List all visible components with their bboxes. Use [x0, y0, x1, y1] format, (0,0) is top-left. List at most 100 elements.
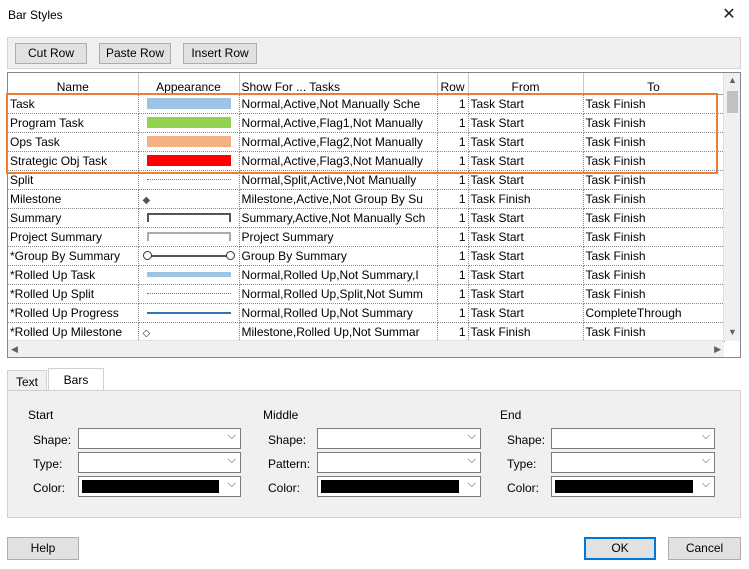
cell-to[interactable]: Task Finish: [583, 265, 725, 285]
end-type-select[interactable]: ⌵: [551, 452, 715, 473]
table-row[interactable]: *Rolled Up Milestone ◇ Milestone,Rolled Up…: [8, 322, 725, 342]
cell-row[interactable]: 1: [437, 208, 469, 228]
cancel-button[interactable]: Cancel: [668, 537, 741, 560]
cell-from[interactable]: Task Start: [468, 284, 584, 304]
cell-show-for[interactable]: Normal,Rolled Up,Not Summary,I: [239, 265, 438, 285]
close-icon[interactable]: ✕: [717, 4, 741, 26]
table-row[interactable]: Project Summary Project Summary 1 Task Star…: [8, 227, 725, 247]
cell-appearance[interactable]: [138, 303, 240, 323]
cell-to[interactable]: Task Finish: [583, 170, 725, 190]
cell-name[interactable]: *Rolled Up Task: [8, 265, 139, 285]
cell-appearance[interactable]: ◇: [138, 322, 240, 342]
cell-from[interactable]: Task Start: [468, 265, 584, 285]
insert-row-button[interactable]: Insert Row: [183, 43, 257, 64]
horizontal-scrollbar[interactable]: ◀ ▶: [8, 340, 724, 357]
cell-show-for[interactable]: Normal,Active,Not Manually Sche: [239, 94, 438, 114]
scroll-up-icon[interactable]: ▲: [728, 75, 737, 85]
cell-show-for[interactable]: Normal,Active,Flag1,Not Manually: [239, 113, 438, 133]
cell-name[interactable]: *Group By Summary: [8, 246, 139, 266]
start-type-select[interactable]: ⌵: [78, 452, 241, 473]
table-row[interactable]: *Rolled Up Split Normal,Rolled Up,Split,N…: [8, 284, 725, 304]
cell-row[interactable]: 1: [437, 227, 469, 247]
cell-appearance[interactable]: [138, 208, 240, 228]
cell-from[interactable]: Task Start: [468, 227, 584, 247]
table-row[interactable]: Ops Task Normal,Active,Flag2,Not Manually…: [8, 132, 725, 152]
cell-appearance[interactable]: [138, 227, 240, 247]
scroll-right-icon[interactable]: ▶: [714, 344, 721, 355]
middle-shape-select[interactable]: ⌵: [317, 428, 481, 449]
cell-name[interactable]: *Rolled Up Progress: [8, 303, 139, 323]
cell-from[interactable]: Task Start: [468, 170, 584, 190]
cell-to[interactable]: CompleteThrough: [583, 303, 725, 323]
cell-appearance[interactable]: [138, 284, 240, 304]
middle-pattern-select[interactable]: ⌵: [317, 452, 481, 473]
start-shape-select[interactable]: ⌵: [78, 428, 241, 449]
cell-to[interactable]: Task Finish: [583, 189, 725, 209]
cell-show-for[interactable]: Normal,Rolled Up,Split,Not Summ: [239, 284, 438, 304]
cell-to[interactable]: Task Finish: [583, 284, 725, 304]
cell-row[interactable]: 1: [437, 170, 469, 190]
col-header-appearance[interactable]: Appearance: [138, 73, 240, 95]
table-row[interactable]: Program Task Normal,Active,Flag1,Not Manu…: [8, 113, 725, 133]
paste-row-button[interactable]: Paste Row: [99, 43, 171, 64]
tab-text[interactable]: Text: [7, 370, 47, 392]
table-row[interactable]: Strategic Obj Task Normal,Active,Flag3,No…: [8, 151, 725, 171]
cell-to[interactable]: Task Finish: [583, 151, 725, 171]
cell-show-for[interactable]: Normal,Split,Active,Not Manually: [239, 170, 438, 190]
scroll-left-icon[interactable]: ◀: [11, 344, 18, 355]
cell-name[interactable]: *Rolled Up Split: [8, 284, 139, 304]
start-color-select[interactable]: ⌵: [78, 476, 241, 497]
scroll-thumb[interactable]: [727, 91, 738, 113]
col-header-show-for[interactable]: Show For ... Tasks: [239, 73, 438, 95]
col-header-name[interactable]: Name: [8, 73, 139, 95]
cell-from[interactable]: Task Finish: [468, 189, 584, 209]
cell-name[interactable]: Task: [8, 94, 139, 114]
col-header-row[interactable]: Row: [437, 73, 469, 95]
cell-appearance[interactable]: [138, 132, 240, 152]
cell-appearance[interactable]: [138, 246, 240, 266]
cell-from[interactable]: Task Start: [468, 113, 584, 133]
cell-row[interactable]: 1: [437, 265, 469, 285]
cell-from[interactable]: Task Start: [468, 94, 584, 114]
cell-appearance[interactable]: [138, 265, 240, 285]
cell-name[interactable]: Project Summary: [8, 227, 139, 247]
table-row[interactable]: Milestone ◆ Milestone,Active,Not Group By …: [8, 189, 725, 209]
end-color-select[interactable]: ⌵: [551, 476, 715, 497]
cut-row-button[interactable]: Cut Row: [15, 43, 87, 64]
cell-name[interactable]: Split: [8, 170, 139, 190]
cell-row[interactable]: 1: [437, 132, 469, 152]
cell-show-for[interactable]: Project Summary: [239, 227, 438, 247]
table-row[interactable]: *Rolled Up Progress Normal,Rolled Up,Not …: [8, 303, 725, 323]
cell-row[interactable]: 1: [437, 284, 469, 304]
end-shape-select[interactable]: ⌵: [551, 428, 715, 449]
cell-name[interactable]: Program Task: [8, 113, 139, 133]
cell-show-for[interactable]: Milestone,Active,Not Group By Su: [239, 189, 438, 209]
cell-appearance[interactable]: [138, 94, 240, 114]
tab-bars[interactable]: Bars: [48, 368, 104, 390]
cell-from[interactable]: Task Start: [468, 208, 584, 228]
cell-row[interactable]: 1: [437, 113, 469, 133]
cell-name[interactable]: Strategic Obj Task: [8, 151, 139, 171]
cell-name[interactable]: Milestone: [8, 189, 139, 209]
cell-name[interactable]: Ops Task: [8, 132, 139, 152]
cell-row[interactable]: 1: [437, 151, 469, 171]
cell-to[interactable]: Task Finish: [583, 94, 725, 114]
cell-to[interactable]: Task Finish: [583, 322, 725, 342]
cell-show-for[interactable]: Normal,Active,Flag2,Not Manually: [239, 132, 438, 152]
cell-from[interactable]: Task Start: [468, 246, 584, 266]
cell-show-for[interactable]: Milestone,Rolled Up,Not Summar: [239, 322, 438, 342]
cell-show-for[interactable]: Group By Summary: [239, 246, 438, 266]
table-row[interactable]: *Group By Summary Group By Summary 1 Task S…: [8, 246, 725, 266]
table-row[interactable]: Split Normal,Split,Active,Not Manually 1 Ta…: [8, 170, 725, 190]
cell-appearance[interactable]: ◆: [138, 189, 240, 209]
help-button[interactable]: Help: [7, 537, 79, 560]
bar-styles-grid[interactable]: Name Appearance Show For ... Tasks Row F…: [7, 72, 741, 358]
table-row[interactable]: Task Normal,Active,Not Manually Sche 1 Task…: [8, 94, 725, 114]
cell-to[interactable]: Task Finish: [583, 132, 725, 152]
cell-row[interactable]: 1: [437, 189, 469, 209]
cell-appearance[interactable]: [138, 113, 240, 133]
cell-show-for[interactable]: Normal,Rolled Up,Not Summary: [239, 303, 438, 323]
vertical-scrollbar[interactable]: ▲ ▼: [723, 73, 740, 341]
scroll-down-icon[interactable]: ▼: [728, 327, 737, 337]
col-header-to[interactable]: To: [583, 73, 725, 95]
